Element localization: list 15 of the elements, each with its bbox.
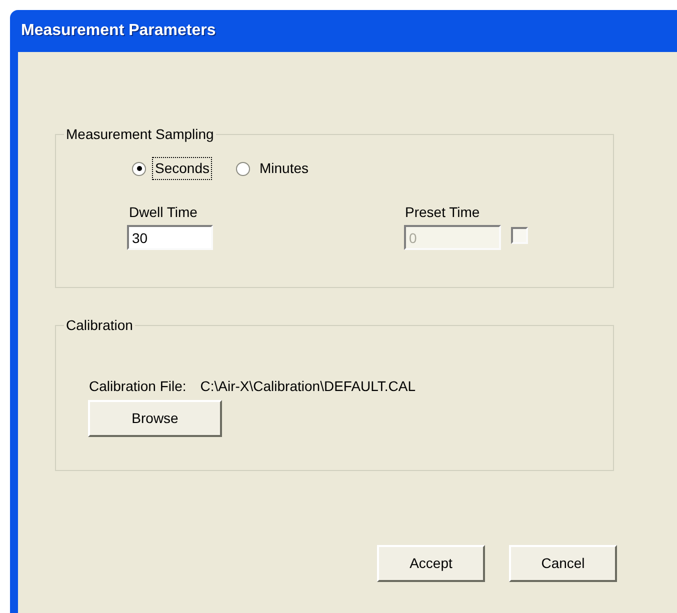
browse-button[interactable]: Browse xyxy=(88,400,222,437)
window-title: Measurement Parameters xyxy=(21,21,216,41)
radio-label[interactable]: Minutes xyxy=(256,157,312,180)
accept-button[interactable]: Accept xyxy=(377,545,485,582)
cancel-button[interactable]: Cancel xyxy=(509,545,617,582)
field-label: Dwell Time xyxy=(129,203,198,222)
field-label: Calibration File: xyxy=(89,377,186,396)
radio-button[interactable] xyxy=(236,162,250,176)
radio-button[interactable] xyxy=(132,162,146,176)
radio-label[interactable]: Seconds xyxy=(152,157,212,180)
file-path: C:\Air-X\Calibration\DEFAULT.CAL xyxy=(200,377,416,396)
group-label: Measurement Sampling xyxy=(65,125,215,144)
field-label: Preset Time xyxy=(405,203,481,222)
group-label: Calibration xyxy=(65,316,134,335)
input-field[interactable]: 30 xyxy=(127,225,213,250)
